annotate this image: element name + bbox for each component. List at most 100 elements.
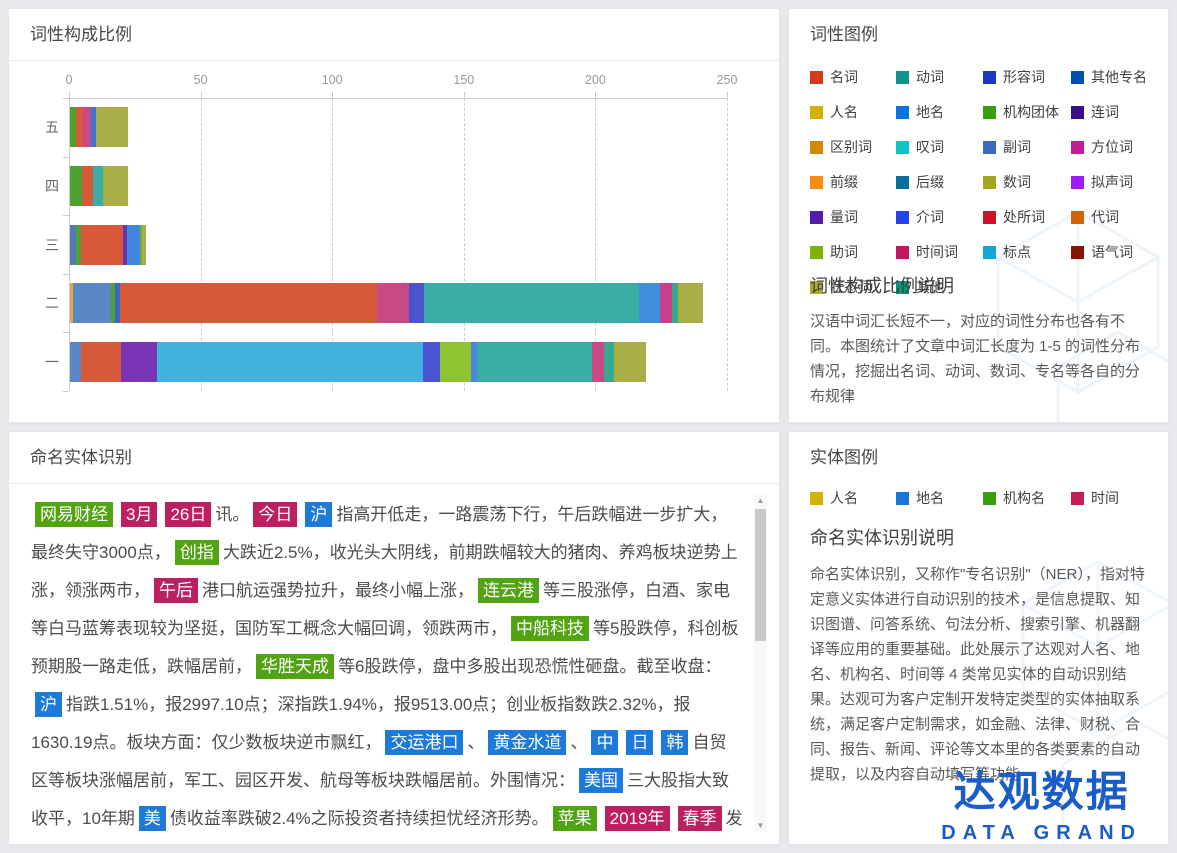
bar-segment-名词[interactable] (81, 342, 120, 382)
bar-segment-状态词[interactable] (142, 225, 146, 265)
pos-legend-panel: 词性图例 名词动词形容词其他专名人名地名机构团体连词区别词叹词副词方位词前缀后缀… (788, 8, 1169, 423)
pos-legend-item-后缀[interactable]: 后缀 (896, 172, 983, 192)
legend-color-chip (983, 106, 996, 119)
ner-annotated-text: 网易财经3月26日讯。今日沪指高开低走，一路震荡下行，午后跌幅进一步扩大，最终失… (31, 496, 743, 832)
bar-segment-标点[interactable] (157, 342, 423, 382)
legend-label: 机构团体 (1003, 102, 1059, 122)
bar-segment-名词[interactable] (82, 166, 93, 206)
x-tick-label: 0 (66, 73, 73, 87)
legend-label: 处所词 (1003, 207, 1045, 227)
bar-segment-地名[interactable] (127, 225, 139, 265)
bar-segment-动词[interactable] (477, 342, 593, 382)
pos-legend-item-数词[interactable]: 数词 (983, 172, 1071, 192)
pos-legend-item-代词[interactable]: 代词 (1071, 207, 1154, 227)
y-tick-mark (63, 98, 69, 99)
pos-legend-item-前缀[interactable]: 前缀 (810, 172, 896, 192)
legend-label: 人名 (830, 102, 858, 122)
pos-legend-item-处所词[interactable]: 处所词 (983, 207, 1071, 227)
pos-legend-item-介词[interactable]: 介词 (896, 207, 983, 227)
scrollbar-thumb[interactable] (755, 509, 766, 641)
ner-plain-text: 、 (467, 733, 484, 752)
y-category-label: 五 (9, 117, 59, 137)
bar-segment-介词[interactable] (423, 342, 440, 382)
y-category-label: 四 (9, 176, 59, 196)
pos-legend-item-动词[interactable]: 动词 (896, 67, 983, 87)
legend-label: 数词 (1003, 172, 1031, 192)
bar-segment-量词[interactable] (121, 342, 158, 382)
legend-label: 量词 (830, 207, 858, 227)
legend-label: 区别词 (830, 137, 872, 157)
datagrand-logo: 达观数据 DATA GRAND (941, 758, 1142, 845)
bar-segment-动词[interactable] (424, 283, 639, 323)
pos-legend-item-量词[interactable]: 量词 (810, 207, 896, 227)
entity-tag-loc: 中 (591, 730, 618, 755)
bar-segment-时间词[interactable] (377, 283, 409, 323)
bar-segment-时间词[interactable] (83, 107, 91, 147)
pos-legend-item-方位词[interactable]: 方位词 (1071, 137, 1154, 157)
bar-segment-状态词[interactable] (614, 342, 646, 382)
pos-legend-item-标点[interactable]: 标点 (983, 242, 1071, 262)
pos-legend-item-连词[interactable]: 连词 (1071, 102, 1154, 122)
ner-desc-text: 命名实体识别，又称作"专名识别"（NER），指对特定意义实体进行自动识别的技术，… (810, 562, 1148, 787)
entity-legend-item-地名[interactable]: 地名 (896, 488, 983, 508)
bar-segment-地名[interactable] (639, 283, 661, 323)
legend-color-chip (896, 71, 909, 84)
legend-color-chip (983, 246, 996, 259)
legend-label: 时间词 (916, 242, 958, 262)
pos-legend-item-叹词[interactable]: 叹词 (896, 137, 983, 157)
pos-legend-item-助词[interactable]: 助词 (810, 242, 896, 262)
pos-chart-title: 词性构成比例 (9, 9, 779, 61)
bar-segment-名词[interactable] (76, 107, 83, 147)
entity-legend-item-人名[interactable]: 人名 (810, 488, 896, 508)
pos-legend-item-副词[interactable]: 副词 (983, 137, 1071, 157)
legend-color-chip (810, 492, 823, 505)
bar-segment-副词[interactable] (73, 283, 112, 323)
bar-segment-动词[interactable] (93, 166, 103, 206)
entity-tag-org: 华胜天成 (256, 654, 334, 679)
y-tick-mark (63, 274, 69, 275)
bar-segment-副词[interactable] (70, 342, 81, 382)
bar-segment-方位词[interactable] (660, 283, 672, 323)
bar-segment-名词[interactable] (120, 283, 377, 323)
legend-label: 人名 (830, 488, 858, 508)
pos-composition-panel: 词性构成比例 050100150200250五四三二一 (8, 8, 780, 423)
pos-legend-item-地名[interactable]: 地名 (896, 102, 983, 122)
bar-segment-助词[interactable] (440, 342, 472, 382)
entity-tag-time: 2019年 (605, 806, 670, 831)
nlp-demo-dashboard: { "pos_chart_card": { "title": "词性构成比例" … (0, 0, 1177, 853)
legend-color-chip (1071, 141, 1084, 154)
pos-legend-item-其他专名[interactable]: 其他专名 (1071, 67, 1154, 87)
pos-legend-item-区别词[interactable]: 区别词 (810, 137, 896, 157)
bar-segment-机构团体[interactable] (70, 166, 82, 206)
pos-legend-item-语气词[interactable]: 语气词 (1071, 242, 1154, 262)
entity-tag-org: 苹果 (553, 806, 597, 831)
scrollbar-up-icon[interactable]: ▲ (754, 494, 767, 507)
bar-segment-状态词[interactable] (96, 107, 129, 147)
bar-segment-状态词[interactable] (103, 166, 128, 206)
scrollbar-down-icon[interactable]: ▼ (754, 819, 767, 832)
pos-legend-item-拟声词[interactable]: 拟声词 (1071, 172, 1154, 192)
pos-legend-item-人名[interactable]: 人名 (810, 102, 896, 122)
pos-legend-item-时间词[interactable]: 时间词 (896, 242, 983, 262)
bar-segment-其他[interactable] (672, 283, 679, 323)
bar-segment-介词[interactable] (409, 283, 424, 323)
pos-desc-text: 汉语中词汇长短不一，对应的词性分布也各有不同。本图统计了文章中词汇长度为 1-5… (810, 309, 1148, 409)
bar-segment-名词[interactable] (81, 225, 123, 265)
pos-stacked-bar-chart: 050100150200250五四三二一 (9, 61, 779, 422)
ner-scrollbar[interactable]: ▲ ▼ (754, 494, 767, 832)
legend-color-chip (896, 246, 909, 259)
pos-legend-item-机构团体[interactable]: 机构团体 (983, 102, 1071, 122)
entity-legend-item-机构名[interactable]: 机构名 (983, 488, 1071, 508)
entity-legend-item-时间[interactable]: 时间 (1071, 488, 1154, 508)
entity-legend-title: 实体图例 (789, 432, 1168, 484)
legend-color-chip (810, 106, 823, 119)
bar-segment-状态词[interactable] (678, 283, 702, 323)
pos-legend-item-形容词[interactable]: 形容词 (983, 67, 1071, 87)
bar-segment-时间词[interactable] (592, 342, 604, 382)
logo-chinese-text: 达观数据 (941, 758, 1142, 819)
pos-legend-item-名词[interactable]: 名词 (810, 67, 896, 87)
bar-segment-其他[interactable] (604, 342, 614, 382)
pos-desc-title: 词性构成比例说明 (810, 272, 954, 298)
y-tick-mark (63, 215, 69, 216)
logo-english-text: DATA GRAND (941, 822, 1142, 845)
